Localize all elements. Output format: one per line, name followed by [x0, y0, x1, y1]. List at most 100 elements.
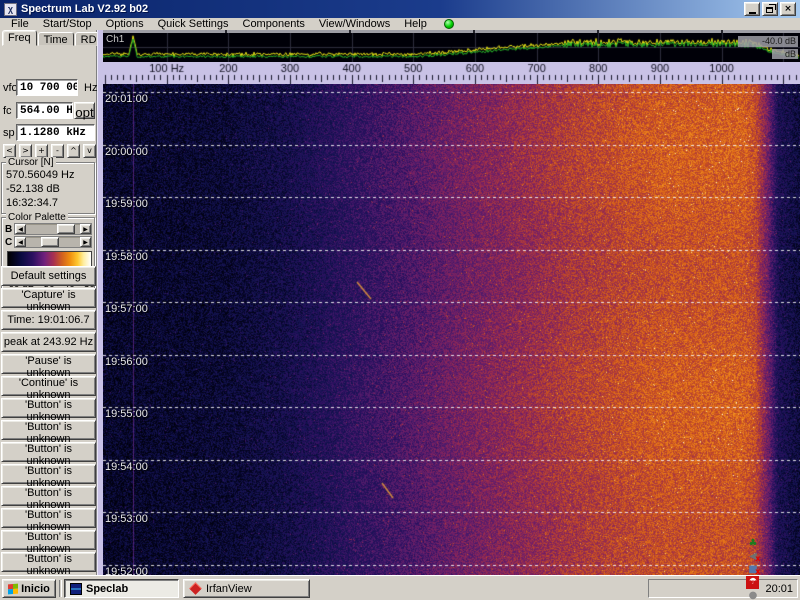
nav-button-step-right[interactable]: >	[19, 144, 32, 158]
tray-tree-icon-glyph: ♣	[748, 537, 757, 550]
panel-button-7[interactable]: 'Button' is unknown	[1, 420, 96, 440]
waterfall-time-label: 19:58:00	[105, 251, 148, 263]
taskbar-clock: 20:01	[765, 583, 793, 595]
minimize-button[interactable]	[744, 2, 760, 16]
irfanview-icon	[189, 582, 202, 595]
fc-opt-button[interactable]: opt	[74, 102, 95, 119]
menu-bar: FileStart/StopOptionsQuick SettingsCompo…	[0, 18, 800, 30]
taskbar-task-speclab[interactable]: Speclab	[64, 579, 179, 598]
display-area: Ch1 -40.0 dB dB 20:01:0020:00:0019:59:00…	[103, 30, 800, 575]
cursor-level: -52.138 dB	[6, 183, 60, 195]
panel-button-1[interactable]: 'Capture' is unknown	[1, 288, 96, 308]
panel-button-3[interactable]: peak at 243.92 Hz	[1, 332, 96, 352]
panel-button-default-settings[interactable]: Default settings	[1, 266, 96, 286]
cursor-group-title: Cursor [N]	[6, 157, 56, 168]
menu-item-help[interactable]: Help	[397, 18, 434, 30]
vfo-input[interactable]: 10 700 000	[16, 79, 78, 96]
restore-button[interactable]	[762, 2, 778, 16]
tab-time[interactable]: Time	[38, 32, 74, 46]
menu-item-options[interactable]: Options	[99, 18, 151, 30]
spectrum-canvas[interactable]	[103, 33, 800, 62]
brightness-right-arrow-icon[interactable]: ▶	[80, 224, 91, 234]
brightness-label: B	[5, 224, 12, 235]
vfo-unit-label: Hz	[84, 82, 97, 94]
waterfall[interactable]: 20:01:0020:00:0019:59:0019:58:0019:57:00…	[103, 84, 800, 575]
panel-button-10[interactable]: 'Button' is unknown	[1, 486, 96, 506]
speclab-icon	[70, 583, 82, 595]
waterfall-time-label: 19:57:00	[105, 303, 148, 315]
panel-button-11[interactable]: 'Button' is unknown	[1, 508, 96, 528]
tray-tree-icon[interactable]: ♣	[746, 537, 759, 550]
nav-button-up[interactable]: ^	[67, 144, 80, 158]
desktop: χ Spectrum Lab V2.92 b02 × FileStart/Sto…	[0, 0, 800, 600]
tab-freq[interactable]: Freq	[2, 30, 37, 46]
sp-label: sp	[3, 127, 15, 139]
brightness-left-arrow-icon[interactable]: ◀	[15, 224, 26, 234]
channel-label: Ch1	[106, 34, 124, 45]
waterfall-time-label: 20:01:00	[105, 93, 148, 105]
waterfall-canvas[interactable]	[103, 84, 800, 575]
waterfall-time-label: 19:56:00	[105, 356, 148, 368]
panel-button-2[interactable]: Time: 19:01:06.7	[1, 310, 96, 330]
tray-circle-icon[interactable]: ●	[746, 589, 759, 600]
db-readout-bottom: dB	[772, 49, 798, 59]
tray-antivir-umbrella-icon[interactable]: ☂	[746, 576, 759, 589]
frequency-scale-canvas[interactable]	[103, 62, 800, 84]
palette-group-title: Color Palette	[6, 212, 68, 223]
panel-button-8[interactable]: 'Button' is unknown	[1, 442, 96, 462]
title-bar: χ Spectrum Lab V2.92 b02 ×	[0, 0, 800, 18]
panel-tabs: FreqTimeRDF	[2, 31, 110, 46]
tray-display-error-icon[interactable]: ■x	[746, 563, 759, 576]
restore-icon	[766, 7, 773, 13]
contrast-left-arrow-icon[interactable]: ◀	[15, 237, 26, 247]
tray-antivir-umbrella-icon-glyph: ☂	[749, 576, 757, 589]
contrast-thumb[interactable]	[41, 237, 59, 247]
taskbar-task-irfanview[interactable]: IrfanView	[183, 579, 310, 598]
panel-button-13[interactable]: 'Button' is unknown	[1, 552, 96, 572]
panel-button-9[interactable]: 'Button' is unknown	[1, 464, 96, 484]
menu-item-view-windows[interactable]: View/Windows	[312, 18, 397, 30]
cursor-group: Cursor [N] 570.56049 Hz -52.138 dB 16:32…	[1, 162, 95, 214]
brightness-thumb[interactable]	[57, 224, 75, 234]
nav-button-plus[interactable]: +	[35, 144, 48, 158]
taskbar-divider	[59, 580, 62, 597]
panel-button-4[interactable]: 'Pause' is unknown	[1, 354, 96, 374]
start-button[interactable]: Inicio	[2, 579, 56, 598]
task-label: IrfanView	[206, 583, 252, 595]
menu-item-quick-settings[interactable]: Quick Settings	[151, 18, 236, 30]
tray-circle-icon-glyph: ●	[749, 589, 758, 600]
menu-item-components[interactable]: Components	[236, 18, 312, 30]
waterfall-time-label: 19:53:00	[105, 513, 148, 525]
tray-volume-muted-icon[interactable]: ◀x	[746, 550, 759, 563]
start-button-label: Inicio	[21, 583, 50, 595]
cursor-time: 16:32:34.7	[6, 197, 58, 209]
fc-input[interactable]: 564.00 Hz	[16, 102, 73, 119]
windows-logo-icon	[8, 583, 18, 594]
spectrum-graph[interactable]: Ch1 -40.0 dB dB	[103, 33, 800, 62]
nav-button-step-left[interactable]: <	[3, 144, 16, 158]
fc-label: fc	[3, 105, 12, 117]
task-label: Speclab	[86, 583, 128, 595]
nav-button-down[interactable]: v	[83, 144, 96, 158]
system-tray: ♣◀x■x☂●●↕■ 20:01	[648, 579, 798, 598]
status-led-icon	[444, 19, 454, 29]
db-readout-top: -40.0 dB	[738, 36, 798, 47]
waterfall-time-label: 19:55:00	[105, 408, 148, 420]
close-button[interactable]: ×	[780, 2, 796, 16]
app-icon: χ	[4, 3, 17, 16]
panel-button-12[interactable]: 'Button' is unknown	[1, 530, 96, 550]
panel-button-5[interactable]: 'Continue' is unknown	[1, 376, 96, 396]
brightness-scrollbar[interactable]: ◀ ▶	[14, 223, 92, 235]
cursor-frequency: 570.56049 Hz	[6, 169, 75, 181]
waterfall-time-label: 19:59:00	[105, 198, 148, 210]
control-panel: FreqTimeRDF vfo 10 700 000 Hz fc 564.00 …	[0, 30, 97, 575]
nav-button-minus[interactable]: -	[51, 144, 64, 158]
panel-button-6[interactable]: 'Button' is unknown	[1, 398, 96, 418]
frequency-scale[interactable]	[103, 62, 800, 84]
sp-input[interactable]: 1.1280 kHz	[16, 124, 95, 141]
menu-item-file[interactable]: File	[4, 18, 36, 30]
waterfall-time-label: 19:54:00	[105, 461, 148, 473]
contrast-right-arrow-icon[interactable]: ▶	[80, 237, 91, 247]
menu-item-start-stop[interactable]: Start/Stop	[36, 18, 99, 30]
contrast-scrollbar[interactable]: ◀ ▶	[14, 236, 92, 248]
